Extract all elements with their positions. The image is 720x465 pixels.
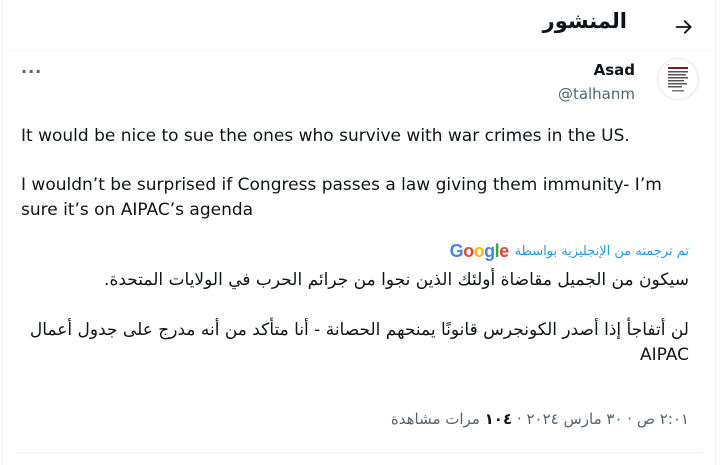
translated-text: سيكون من الجميل مقاضاة أولئك الذين نجوا … bbox=[17, 268, 689, 368]
author-row: Asad @talhanm ··· bbox=[3, 52, 715, 112]
back-button[interactable] bbox=[667, 10, 701, 44]
meta-separator: · bbox=[627, 410, 633, 428]
post-page: المنشور Asad @talhanm ··· It would be ni… bbox=[2, 0, 716, 465]
page-header: المنشور bbox=[3, 0, 715, 51]
views-label: مرات مشاهدة bbox=[390, 410, 480, 428]
google-logo: Google bbox=[449, 240, 510, 261]
post-meta: ٢:٠١ ص · ٣٠ مارس ٢٠٢٤ · ١٠٤ مرات مشاهدة bbox=[391, 410, 689, 428]
author-display-name[interactable]: Asad bbox=[594, 61, 635, 79]
meta-separator: · bbox=[516, 410, 522, 428]
post-date[interactable]: ٣٠ مارس ٢٠٢٤ bbox=[526, 410, 622, 428]
page-title: المنشور bbox=[542, 9, 627, 33]
arrow-right-icon bbox=[675, 20, 692, 34]
post-paragraph: It would be nice to sue the ones who sur… bbox=[21, 126, 630, 146]
divider bbox=[15, 452, 703, 453]
author-handle[interactable]: @talhanm bbox=[558, 85, 635, 103]
translated-paragraph: سيكون من الجميل مقاضاة أولئك الذين نجوا … bbox=[104, 270, 689, 290]
avatar-image bbox=[658, 59, 698, 99]
post-paragraph: I wouldn’t be surprised if Congress pass… bbox=[21, 175, 662, 220]
translation-label[interactable]: تم ترجمته من الإنجليزية بواسطة bbox=[515, 244, 689, 259]
post-text: It would be nice to sue the ones who sur… bbox=[21, 124, 701, 223]
views-count: ١٠٤ bbox=[484, 410, 513, 428]
translated-paragraph: لن أتفاجأ إذا أصدر الكونجرس قانونًا يمنح… bbox=[29, 320, 689, 365]
translation-attribution: تم ترجمته من الإنجليزية بواسطة Google bbox=[450, 240, 689, 262]
avatar[interactable] bbox=[657, 58, 699, 100]
post-time[interactable]: ٢:٠١ ص bbox=[637, 410, 689, 428]
more-options-button[interactable]: ··· bbox=[21, 62, 42, 81]
